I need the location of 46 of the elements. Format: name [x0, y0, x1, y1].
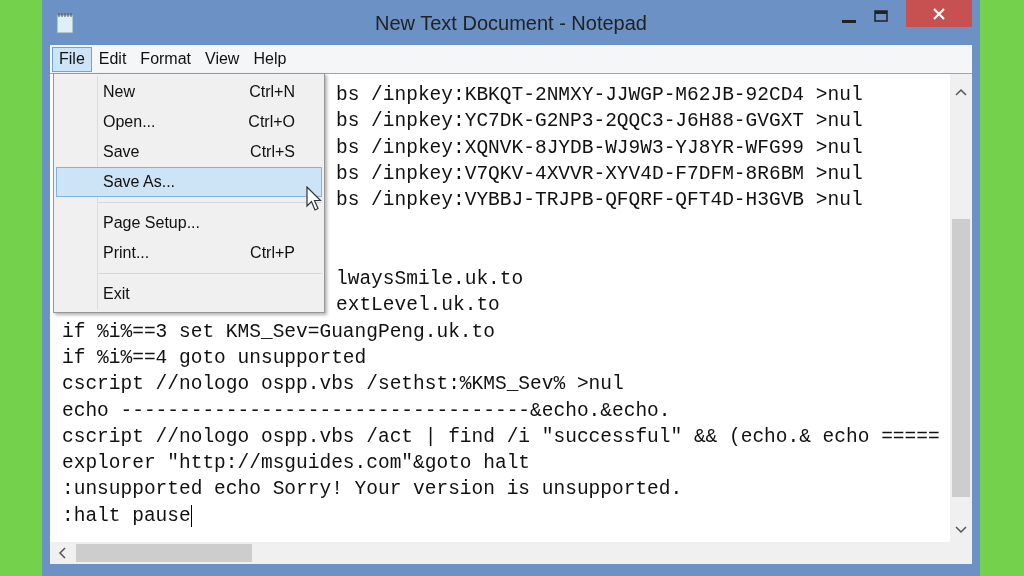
scroll-down-icon[interactable] [955, 526, 967, 534]
maximize-icon[interactable] [874, 10, 888, 22]
code-line: if %i%==4 goto unsupported [62, 346, 367, 369]
code-line: bs /inpkey:YC7DK-G2NP3-2QQC3-J6H88-GVGXT >nul [336, 110, 863, 133]
menu-item[interactable]: Format [133, 46, 199, 72]
mouse-pointer-icon [306, 186, 322, 212]
menu-option[interactable]: Save As... [56, 167, 322, 197]
code-line: bs /inpkey:V7QKV-4XVVR-XYV4D-F7DFM-8R6BM >nul [336, 162, 863, 185]
menu-item[interactable]: View [198, 46, 247, 72]
code-line: bs /inpkey:XQNVK-8JYDB-WJ9W3-YJ8YR-WFG99 >nul [336, 136, 863, 159]
scroll-up-icon[interactable] [955, 88, 967, 96]
vertical-scrollbar[interactable] [950, 74, 972, 542]
horizontal-scrollbar[interactable] [50, 542, 972, 564]
notepad-icon [56, 11, 74, 34]
menu-option[interactable]: Page Setup... [56, 208, 322, 238]
code-line: explorer "http://msguides.com"&goto halt [62, 452, 531, 475]
menu-option[interactable]: Exit [56, 279, 322, 309]
menu-option[interactable]: New Ctrl+N [56, 77, 322, 107]
minimize-icon[interactable] [842, 20, 856, 24]
code-line: if %i%==3 set KMS_Sev=GuangPeng.uk.to [62, 320, 495, 343]
menu-option[interactable]: Open... Ctrl+O [56, 107, 322, 137]
menu-item[interactable]: Help [246, 46, 294, 72]
shortcut-label: Ctrl+P [250, 243, 295, 263]
shortcut-label: Ctrl+O [248, 112, 295, 132]
window-title: New Text Document - Notepad [374, 10, 648, 36]
code-line: bs /inpkey:KBKQT-2NMXY-JJWGP-M62JB-92CD4 >nul [336, 84, 863, 106]
code-line: lwaysSmile.uk.to [336, 268, 524, 291]
shortcut-label: Ctrl+S [250, 142, 295, 162]
code-line: bs /inpkey:VYBBJ-TRJPB-QFQRF-QFT4D-H3GVB >nul [336, 189, 863, 212]
close-button[interactable] [906, 0, 972, 27]
scroll-left-icon[interactable] [58, 547, 66, 559]
code-line: :halt pause [62, 504, 191, 527]
menu-option[interactable]: Save Ctrl+S [56, 137, 322, 167]
text-cursor [190, 504, 193, 527]
menu-option[interactable]: Print... Ctrl+P [56, 238, 322, 268]
code-line: :unsupported echo Sorry! Your version is unsupported. [62, 478, 683, 501]
close-icon [933, 7, 945, 20]
code-line: echo -----------------------------------&echo.&echo. [62, 399, 671, 422]
scroll-thumb[interactable] [952, 219, 970, 497]
code-line: cscript //nologo ospp.vbs /act | find /i "successful" && (echo.& echo ===== [62, 425, 940, 448]
code-line: cscript //nologo ospp.vbs /sethst:%KMS_Sev% >nul [62, 373, 624, 396]
scroll-thumb[interactable] [76, 544, 252, 562]
menu-item[interactable]: Edit [91, 46, 134, 72]
code-line: extLevel.uk.to [336, 294, 500, 317]
shortcut-label: Ctrl+N [249, 82, 295, 102]
menu-item[interactable]: File [52, 46, 92, 72]
